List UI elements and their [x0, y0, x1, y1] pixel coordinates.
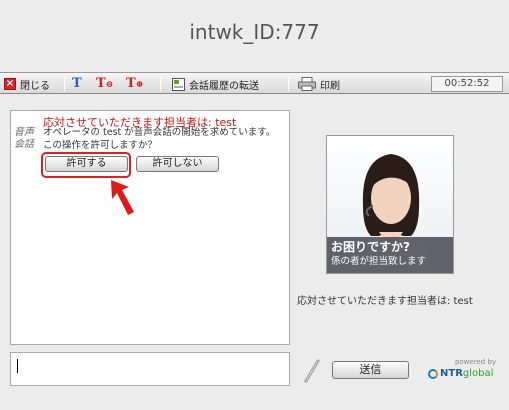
- close-label: 閉じる: [20, 80, 50, 92]
- window-title: intwk_ID:777: [189, 20, 320, 44]
- text-caret: [17, 359, 18, 373]
- ntr-logo-icon: [428, 368, 438, 379]
- text-size-decrease-button[interactable]: T⊖: [96, 75, 113, 93]
- print-button[interactable]: 印刷: [298, 75, 340, 93]
- toolbar: × 閉じる T T⊖ T⊕ 会話履歴の転送 印刷 00:52:52: [0, 72, 509, 94]
- powered-by-text: powered by: [454, 358, 496, 366]
- transfer-history-button[interactable]: 会話履歴の転送: [172, 75, 259, 93]
- pen-icon: [304, 359, 320, 383]
- toolbar-divider: [160, 77, 161, 91]
- close-icon: ×: [4, 78, 16, 90]
- printer-icon: [298, 77, 316, 91]
- toolbar-divider: [64, 77, 65, 91]
- toolbar-divider: [288, 77, 289, 91]
- voice-chat-label: 音声会話: [14, 127, 34, 150]
- message-input[interactable]: [10, 352, 290, 386]
- text-format-icon: T: [72, 76, 82, 91]
- caption-line1: お困りですか?: [331, 240, 410, 254]
- text-size-increase-icon: T⊕: [126, 75, 144, 91]
- allow-button[interactable]: 許可する: [45, 156, 128, 172]
- ntr-logo[interactable]: NTRglobal: [428, 368, 493, 379]
- close-button[interactable]: × 閉じる: [4, 75, 50, 93]
- agent-info: 応対させていただきます担当者は: test: [297, 296, 473, 307]
- transfer-history-icon: [172, 77, 185, 91]
- deny-button[interactable]: 許可しない: [136, 156, 219, 172]
- text-size-increase-button[interactable]: T⊕: [126, 75, 143, 93]
- text-format-button[interactable]: T: [72, 75, 82, 93]
- transfer-history-label: 会話履歴の転送: [189, 80, 259, 92]
- text-size-decrease-icon: T⊖: [96, 75, 114, 91]
- logo-main: NTR: [440, 368, 463, 379]
- voice-request-message: オペレータの test が音声会話の開始を求めています。この操作を許可しますか？: [43, 127, 276, 151]
- send-button[interactable]: 送信: [332, 361, 409, 379]
- chat-log[interactable]: 音声会話 応対させていただきます担当者は: test オペレータの test が…: [10, 110, 290, 345]
- agent-photo: お困りですか? 係の者が担当致します: [326, 135, 454, 274]
- photo-caption: お困りですか? 係の者が担当致します: [327, 237, 453, 273]
- logo-sub: global: [462, 368, 494, 379]
- caption-line2: 係の者が担当致します: [331, 256, 427, 267]
- red-arrow-icon: [111, 180, 134, 215]
- session-timer: 00:52:52: [431, 76, 503, 92]
- print-label: 印刷: [320, 80, 340, 92]
